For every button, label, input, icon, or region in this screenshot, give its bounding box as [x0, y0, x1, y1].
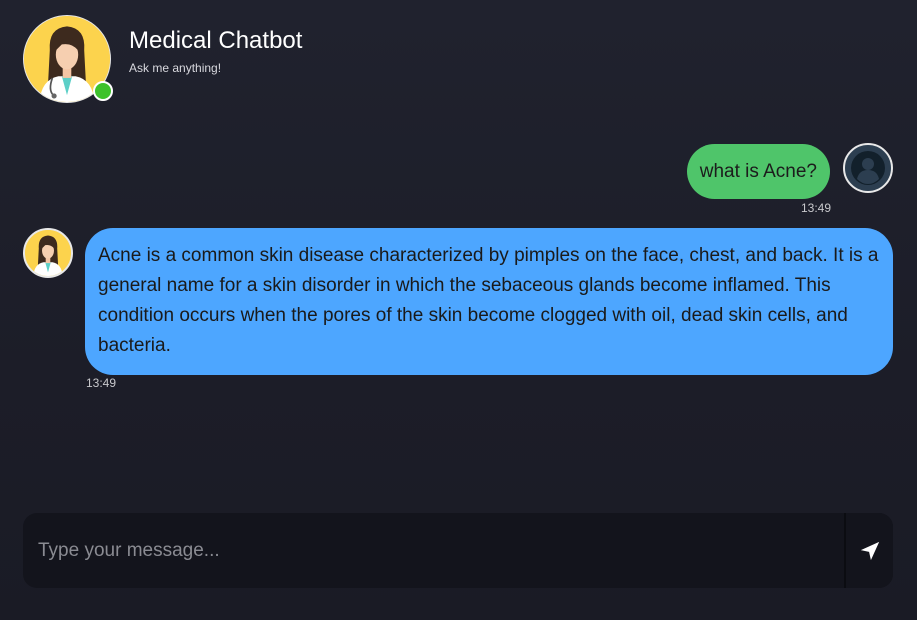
user-circle-icon — [851, 151, 885, 185]
bot-message-row: Acne is a common skin disease characteri… — [23, 228, 893, 375]
online-status-icon — [93, 81, 113, 101]
doctor-avatar-icon — [25, 230, 71, 276]
bot-avatar — [23, 15, 113, 103]
bot-message-bubble: Acne is a common skin disease characteri… — [85, 228, 893, 375]
message-composer — [23, 513, 893, 588]
send-button[interactable] — [844, 513, 893, 588]
user-message-row: what is Acne? — [686, 143, 893, 199]
user-message-time: 13:49 — [800, 201, 831, 215]
send-arrow-icon — [860, 541, 879, 560]
chat-header: Medical Chatbot Ask me anything! — [23, 15, 302, 103]
chat-window: Medical Chatbot Ask me anything! what is… — [0, 0, 917, 620]
message-input[interactable] — [23, 513, 844, 588]
bot-message-time: 13:49 — [86, 376, 117, 390]
user-avatar — [843, 143, 893, 193]
user-message-bubble: what is Acne? — [686, 144, 830, 199]
page-title: Medical Chatbot — [129, 27, 303, 54]
page-subtitle: Ask me anything! — [129, 61, 222, 75]
bot-message-avatar — [23, 228, 73, 278]
